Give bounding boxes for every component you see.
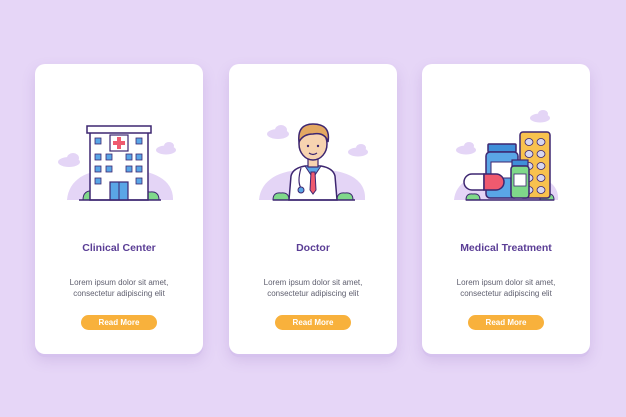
card-description: Lorem ipsum dolor sit amet, consectetur … bbox=[43, 277, 195, 299]
medicine-icon bbox=[454, 110, 559, 201]
card-title: Clinical Center bbox=[82, 242, 156, 254]
doctor-icon bbox=[259, 123, 368, 201]
card-description-line: consectetur adipiscing elit bbox=[73, 289, 165, 298]
read-more-button[interactable]: Read More bbox=[275, 315, 351, 330]
card-description-line: consectetur adipiscing elit bbox=[267, 289, 359, 298]
hospital-building-icon bbox=[58, 125, 176, 201]
read-more-button[interactable]: Read More bbox=[81, 315, 157, 330]
card-description: Lorem ipsum dolor sit amet, consectetur … bbox=[237, 277, 389, 299]
card-description-line: Lorem ipsum dolor sit amet, bbox=[263, 278, 363, 287]
card-description-line: Lorem ipsum dolor sit amet, bbox=[69, 278, 169, 287]
card-title: Doctor bbox=[296, 242, 330, 254]
card-description-line: consectetur adipiscing elit bbox=[460, 289, 552, 298]
onboarding-card-clinical-center: Clinical Center Lorem ipsum dolor sit am… bbox=[35, 64, 203, 354]
read-more-button[interactable]: Read More bbox=[468, 315, 544, 330]
onboarding-card-medical-treatment: Medical Treatment Lorem ipsum dolor sit … bbox=[422, 64, 590, 354]
card-description-line: Lorem ipsum dolor sit amet, bbox=[456, 278, 556, 287]
onboarding-card-doctor: Doctor Lorem ipsum dolor sit amet, conse… bbox=[229, 64, 397, 354]
card-title: Medical Treatment bbox=[460, 242, 552, 254]
card-description: Lorem ipsum dolor sit amet, consectetur … bbox=[430, 277, 582, 299]
